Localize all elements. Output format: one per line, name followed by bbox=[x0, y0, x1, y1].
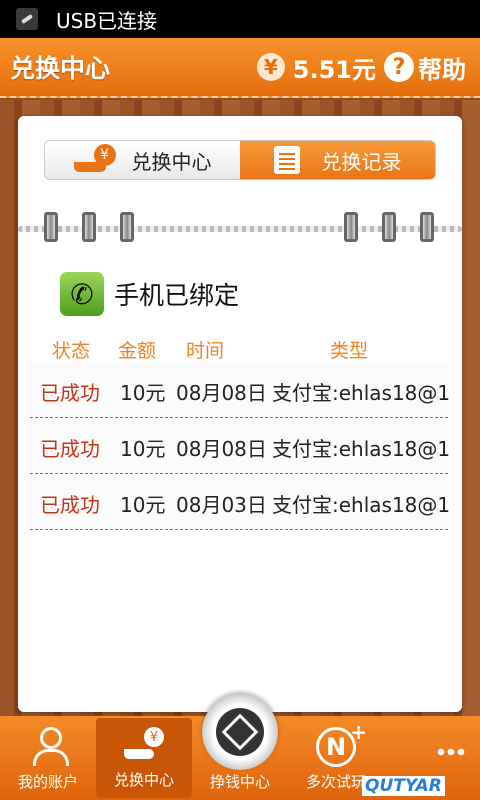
row-time: 08月08日 bbox=[176, 437, 267, 461]
binding-status: 手机已绑定 bbox=[114, 281, 240, 310]
nav-label: 多次试玩 bbox=[305, 773, 366, 791]
table-row: 已成功 10元 08月03日 支付宝:ehlas18@1 bbox=[30, 474, 451, 530]
records-card: 兑换中心 兑换记录 ✆ 手机已绑定 状态 金额 时间 类型 已成功 10元 08… bbox=[18, 116, 462, 712]
ring-icon bbox=[382, 212, 396, 242]
dots-icon bbox=[436, 746, 466, 758]
header: 兑换中心 ¥ 5.51元 ? 帮助 bbox=[0, 38, 480, 98]
binder-rings bbox=[18, 208, 462, 248]
usb-icon bbox=[16, 8, 38, 30]
tab-label: 兑换中心 bbox=[131, 149, 212, 174]
ring-icon bbox=[420, 212, 434, 242]
nav-my-account[interactable]: 我的账户 bbox=[0, 716, 96, 800]
person-icon bbox=[31, 727, 69, 766]
tab-exchange-records[interactable]: 兑换记录 bbox=[240, 141, 435, 179]
table-row: 已成功 10元 08月08日 支付宝:ehlas18@1 bbox=[30, 362, 451, 418]
column-header-amount: 金额 bbox=[118, 340, 157, 362]
row-time: 08月08日 bbox=[176, 381, 267, 405]
ring-icon bbox=[120, 212, 134, 242]
column-header-time: 时间 bbox=[186, 340, 225, 362]
column-header-type: 类型 bbox=[330, 340, 369, 362]
tab-exchange-center[interactable]: 兑换中心 bbox=[45, 141, 240, 179]
yen-icon: ¥ bbox=[256, 53, 285, 81]
row-amount: 10元 bbox=[120, 381, 166, 405]
help-icon: ? bbox=[384, 52, 414, 82]
row-status: 已成功 bbox=[40, 493, 100, 517]
ring-icon bbox=[344, 212, 358, 242]
column-header-status: 状态 bbox=[52, 340, 91, 362]
n-plus-icon: N bbox=[316, 720, 367, 767]
tab-bar: 兑换中心 兑换记录 bbox=[44, 140, 436, 180]
row-type: 支付宝:ehlas18@1 bbox=[272, 437, 451, 461]
row-amount: 10元 bbox=[120, 437, 166, 461]
row-status: 已成功 bbox=[40, 437, 100, 461]
page-title: 兑换中心 bbox=[10, 54, 111, 83]
help-button[interactable]: ? 帮助 bbox=[384, 50, 466, 85]
balance: ¥ 5.51元 bbox=[256, 50, 376, 85]
nav-label: 挣钱中心 bbox=[209, 773, 270, 791]
records-table: 已成功 10元 08月08日 支付宝:ehlas18@1 已成功 10元 08月… bbox=[30, 362, 451, 530]
row-status: 已成功 bbox=[40, 381, 100, 405]
phone-binding: ✆ 手机已绑定 bbox=[60, 272, 239, 316]
earn-icon bbox=[202, 694, 278, 770]
bottom-nav: 我的账户 兑换中心 挣钱中心 N 多次试玩 QUTYAR bbox=[0, 694, 480, 800]
list-icon bbox=[273, 146, 300, 174]
hand-coin-icon bbox=[73, 144, 118, 174]
nav-label: 我的账户 bbox=[17, 773, 78, 791]
table-row: 已成功 10元 08月08日 支付宝:ehlas18@1 bbox=[30, 418, 451, 474]
status-text: USB已连接 bbox=[56, 8, 158, 33]
tab-label: 兑换记录 bbox=[321, 149, 402, 174]
nav-label: 兑换中心 bbox=[113, 771, 174, 789]
status-bar: USB已连接 bbox=[0, 0, 480, 38]
watermark-text: QUTYAR bbox=[362, 776, 445, 796]
row-type: 支付宝:ehlas18@1 bbox=[272, 493, 451, 517]
row-type: 支付宝:ehlas18@1 bbox=[272, 381, 451, 405]
row-time: 08月03日 bbox=[176, 493, 267, 517]
hand-coin-icon bbox=[122, 727, 166, 761]
nav-exchange-center[interactable]: 兑换中心 bbox=[96, 718, 192, 798]
earn-icon-inner bbox=[216, 708, 264, 756]
ring-icon bbox=[82, 212, 96, 242]
row-amount: 10元 bbox=[120, 493, 166, 517]
ring-icon bbox=[44, 212, 58, 242]
balance-value: 5.51元 bbox=[292, 55, 376, 84]
table-header: 状态 金额 时间 类型 bbox=[18, 336, 462, 362]
help-label: 帮助 bbox=[418, 55, 466, 84]
nav-earn-center[interactable]: 挣钱中心 bbox=[192, 694, 288, 800]
phone-icon: ✆ bbox=[60, 272, 104, 316]
watermark-logo: QUTYAR bbox=[362, 740, 472, 796]
